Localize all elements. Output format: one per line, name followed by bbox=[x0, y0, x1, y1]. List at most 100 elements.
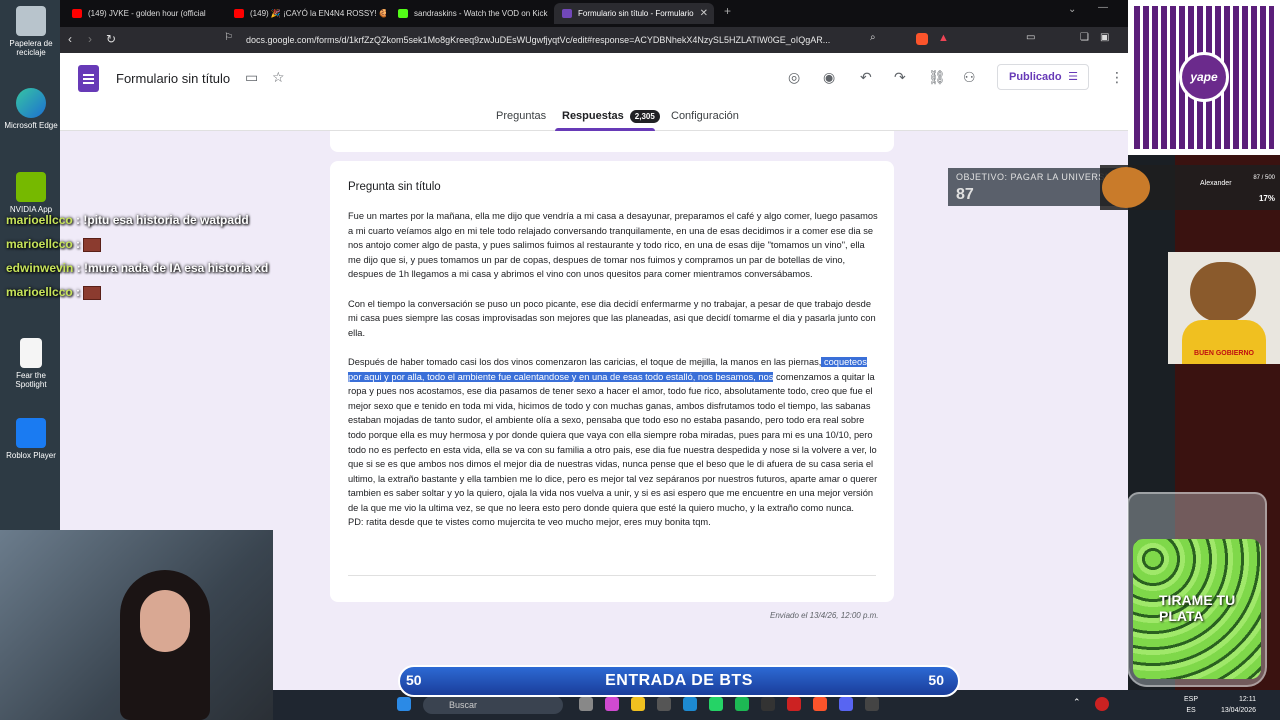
tab-youtube-jvke[interactable]: (149) JVKE - golden hour (official bbox=[64, 3, 224, 24]
tab-google-forms[interactable]: Formulario sin título - Formulario ✕ bbox=[554, 3, 714, 24]
tip-jar-text: TIRAME TU PLATA bbox=[1159, 592, 1236, 624]
webcam-feed bbox=[0, 530, 273, 720]
app-icon[interactable] bbox=[761, 697, 775, 711]
edge-icon bbox=[16, 88, 46, 118]
add-collaborator-icon[interactable]: ⚇ bbox=[963, 69, 976, 86]
redo-icon[interactable]: ↷ bbox=[894, 69, 906, 86]
tip-jar: TIRAME TU PLATA bbox=[1127, 492, 1267, 687]
file-explorer-icon[interactable] bbox=[631, 697, 645, 711]
start-icon[interactable] bbox=[397, 697, 411, 711]
donor-count: 87 / 500 bbox=[1253, 175, 1275, 181]
publish-button[interactable]: Publicado ☰ bbox=[997, 64, 1089, 90]
nvidia-shortcut[interactable]: NVIDIA App bbox=[2, 172, 60, 214]
taskbar-clock[interactable]: 12:11 13/04/2026 bbox=[1221, 694, 1256, 716]
palette-icon[interactable]: ◎ bbox=[788, 69, 800, 86]
tab-configuracion[interactable]: Configuración bbox=[671, 110, 739, 122]
minimize-icon[interactable]: — bbox=[1098, 2, 1108, 13]
address-bar: ‹ › ↻ ⚐ docs.google.com/forms/d/1krfZzQZ… bbox=[60, 27, 1128, 53]
donor-avatar bbox=[1102, 167, 1150, 208]
url-field[interactable]: docs.google.com/forms/d/1krfZzQZkom5sek1… bbox=[246, 31, 946, 49]
emote-icon bbox=[83, 237, 102, 252]
chat-message: marioellcco : bbox=[6, 285, 102, 300]
dog-head bbox=[1190, 262, 1256, 322]
forward-icon[interactable]: › bbox=[88, 32, 92, 46]
chat-message: marioellcco : !pitu esa historia de watp… bbox=[6, 213, 249, 227]
input-language[interactable]: ESP ES bbox=[1184, 694, 1198, 716]
goal-value: 87 bbox=[956, 186, 974, 203]
chat-message: edwinwevin : !mura nada de IA esa histor… bbox=[6, 261, 269, 275]
close-tab-icon[interactable]: ✕ bbox=[700, 3, 708, 24]
preview-eye-icon[interactable]: ◉ bbox=[823, 69, 835, 86]
task-view-icon[interactable] bbox=[579, 697, 593, 711]
sidebar-icon[interactable]: ▭ bbox=[1026, 32, 1035, 43]
submitted-timestamp: Enviado el 13/4/26, 12:00 p.m. bbox=[770, 611, 879, 620]
bookmark-icon[interactable]: ⚐ bbox=[224, 32, 233, 43]
tab-bar: (149) JVKE - golden hour (official (149)… bbox=[60, 0, 1128, 27]
nvidia-icon bbox=[16, 172, 46, 202]
recycle-bin[interactable]: Papelera de reciclaje bbox=[2, 6, 60, 57]
more-options-icon[interactable]: ⋮ bbox=[1110, 69, 1124, 86]
google-forms-logo[interactable] bbox=[78, 65, 99, 92]
discord-icon[interactable] bbox=[839, 697, 853, 711]
youtube-icon bbox=[72, 9, 82, 18]
roblox-shortcut[interactable]: Roblox Player bbox=[2, 418, 60, 460]
youtube-icon bbox=[234, 9, 244, 18]
roblox-icon bbox=[16, 418, 46, 448]
answer-paragraph-3: Después de haber tomado casi los dos vin… bbox=[348, 356, 878, 528]
wallet-icon[interactable]: ▣ bbox=[1100, 32, 1109, 43]
dog-shirt bbox=[1182, 320, 1266, 364]
donor-name: Alexander bbox=[1200, 180, 1232, 187]
tab-preguntas[interactable]: Preguntas bbox=[496, 110, 546, 122]
tab-respuestas[interactable]: Respuestas 2,305 bbox=[562, 110, 660, 123]
chat-message: marioellcco : bbox=[6, 237, 102, 252]
tray-app-icon[interactable] bbox=[1095, 697, 1109, 711]
forms-header: Formulario sin título ▭ ☆ ◎ ◉ ↶ ↷ ⛓ ⚇ Pu… bbox=[60, 53, 1128, 131]
responses-count-badge: 2,305 bbox=[629, 110, 660, 123]
spotify-icon[interactable] bbox=[735, 697, 749, 711]
back-icon[interactable]: ‹ bbox=[68, 32, 72, 46]
answer-paragraph-2: Con el tiempo la conversación se puso un… bbox=[348, 298, 876, 338]
response-card: Pregunta sin título Fue un martes por la… bbox=[330, 161, 894, 602]
zoom-icon[interactable]: ⌕ bbox=[870, 32, 876, 43]
tab-youtube-rossy[interactable]: (149) 🎉 ¡CAYÓ la EN4N4 ROSSY! 🍪 bbox=[226, 3, 386, 24]
tab-list-icon[interactable]: ⌄ bbox=[1068, 4, 1076, 15]
folder-icon[interactable]: ▭ bbox=[245, 69, 258, 86]
tab-kick-vod[interactable]: sandraskins - Watch the VOD on Kick bbox=[390, 3, 550, 24]
edge-shortcut[interactable]: Microsoft Edge bbox=[2, 88, 60, 130]
link-icon[interactable]: ⛓ bbox=[928, 69, 946, 86]
brave-icon[interactable] bbox=[813, 697, 827, 711]
new-tab-icon[interactable]: + bbox=[724, 4, 731, 18]
banner-title: ENTRADA DE BTS bbox=[605, 672, 753, 689]
bts-banner: 50 ENTRADA DE BTS 50 bbox=[398, 665, 960, 697]
file-icon bbox=[20, 338, 42, 368]
kick-icon bbox=[398, 9, 408, 18]
whatsapp-icon[interactable] bbox=[709, 697, 723, 711]
dog-slogan: BUEN GOBIERNO bbox=[1194, 350, 1254, 357]
reload-icon[interactable]: ↻ bbox=[106, 32, 116, 46]
answer-underline bbox=[348, 575, 876, 576]
store-icon[interactable] bbox=[657, 697, 671, 711]
brave-shield-icon[interactable] bbox=[916, 33, 928, 45]
forms-icon bbox=[562, 9, 572, 18]
undo-icon[interactable]: ↶ bbox=[860, 69, 872, 86]
taskbar-search[interactable]: Buscar bbox=[423, 696, 563, 714]
dog-sticker: BUEN GOBIERNO bbox=[1168, 252, 1280, 364]
obs-icon[interactable] bbox=[865, 697, 879, 711]
yape-logo: yape bbox=[1179, 52, 1229, 102]
recycle-bin-icon bbox=[16, 6, 46, 36]
streamer-face bbox=[140, 590, 190, 652]
previous-card bbox=[330, 131, 894, 152]
extensions-icon[interactable]: ❏ bbox=[1080, 32, 1089, 43]
question-title: Pregunta sin título bbox=[348, 181, 441, 193]
copilot-icon[interactable] bbox=[605, 697, 619, 711]
tray-chevron-icon[interactable]: ⌃ bbox=[1073, 697, 1087, 711]
brave-rewards-icon[interactable]: ▲ bbox=[938, 32, 949, 44]
donor-alert: Alexander 87 / 500 17% bbox=[1100, 165, 1280, 210]
edge-taskbar-icon[interactable] bbox=[683, 697, 697, 711]
publish-settings-icon: ☰ bbox=[1068, 71, 1078, 83]
form-title[interactable]: Formulario sin título bbox=[116, 71, 230, 86]
donor-percent: 17% bbox=[1258, 194, 1275, 203]
app-icon[interactable] bbox=[787, 697, 801, 711]
fear-the-spotlight-shortcut[interactable]: Fear the Spotlight bbox=[2, 338, 60, 389]
star-icon[interactable]: ☆ bbox=[272, 69, 285, 86]
